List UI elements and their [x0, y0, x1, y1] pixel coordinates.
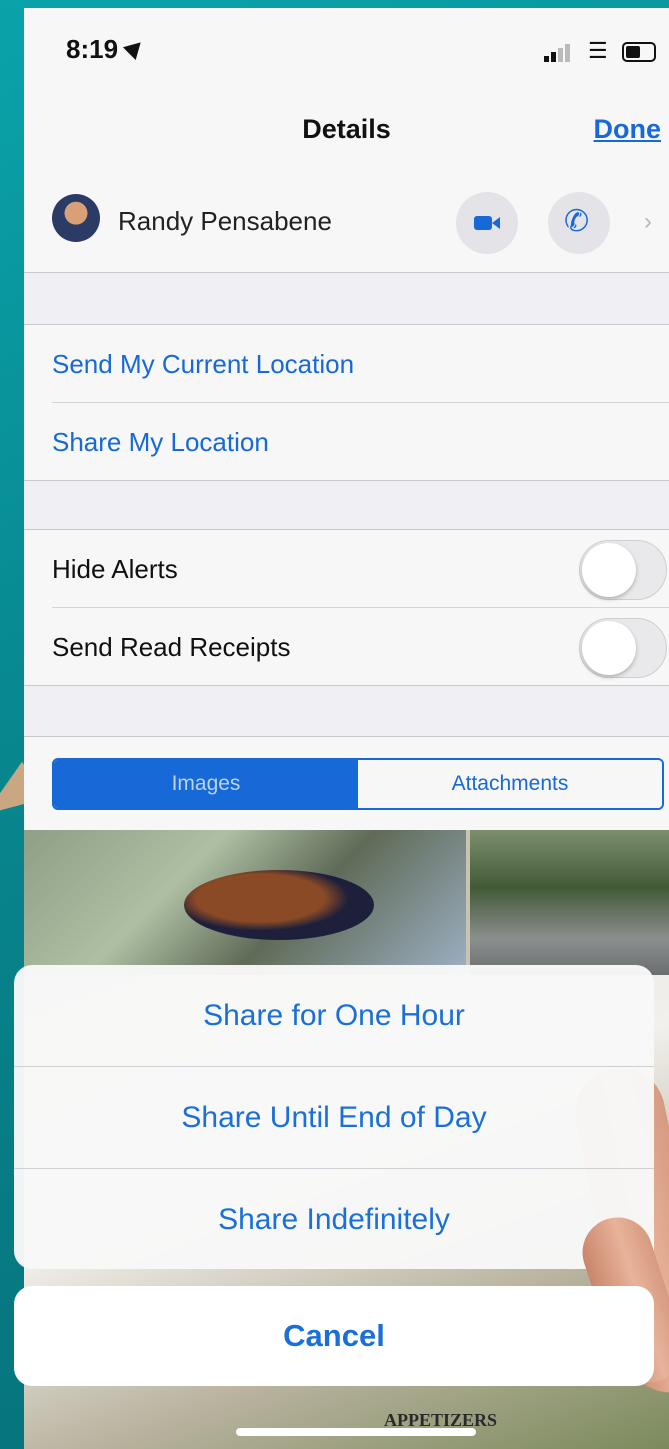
location-group: Send My Current Location Share My Locati… — [24, 324, 669, 481]
send-read-receipts-toggle[interactable] — [579, 618, 667, 678]
settings-group: Hide Alerts Send Read Receipts — [24, 529, 669, 686]
home-indicator[interactable] — [236, 1428, 476, 1436]
chevron-right-icon[interactable]: › — [644, 208, 652, 236]
contact-row[interactable]: Randy Pensabene ✆ › — [24, 166, 669, 273]
photo-thumbnail-street[interactable] — [470, 830, 669, 975]
share-one-hour-option[interactable]: Share for One Hour — [14, 965, 654, 1067]
battery-icon — [622, 42, 656, 62]
send-read-receipts-row: Send Read Receipts — [52, 608, 669, 685]
media-segmented-control: Images Attachments — [52, 758, 664, 810]
action-sheet: Share for One Hour Share Until End of Da… — [14, 965, 654, 1269]
toggle-knob — [582, 543, 636, 597]
share-end-of-day-option[interactable]: Share Until End of Day — [14, 1067, 654, 1169]
cellular-signal-icon — [544, 44, 572, 62]
segment-images[interactable]: Images — [54, 760, 358, 808]
page-title: Details — [302, 114, 391, 144]
done-button[interactable]: Done — [594, 114, 662, 145]
segment-attachments[interactable]: Attachments — [358, 760, 662, 808]
hide-alerts-label: Hide Alerts — [52, 554, 178, 584]
send-current-location-label: Send My Current Location — [52, 349, 355, 379]
status-time: 8:19 — [66, 34, 119, 64]
send-current-location-row[interactable]: Send My Current Location — [52, 325, 669, 403]
avatar — [52, 194, 100, 242]
navigation-bar: Details Done — [24, 96, 669, 167]
photo-thumbnail-insect[interactable] — [24, 830, 466, 975]
facetime-video-button[interactable] — [456, 192, 518, 254]
hide-alerts-toggle[interactable] — [579, 540, 667, 600]
share-location-label: Share My Location — [52, 427, 269, 457]
toggle-knob — [582, 621, 636, 675]
status-bar: 8:19 ☰ — [24, 8, 669, 96]
share-location-row[interactable]: Share My Location — [52, 403, 669, 480]
call-button[interactable]: ✆ — [548, 192, 610, 254]
insect-shape — [184, 870, 374, 940]
send-read-receipts-label: Send Read Receipts — [52, 632, 291, 662]
share-indefinitely-option[interactable]: Share Indefinitely — [14, 1169, 654, 1269]
hide-alerts-row: Hide Alerts — [52, 530, 669, 608]
wifi-icon: ☰ — [588, 38, 608, 63]
location-services-icon — [122, 35, 148, 61]
contact-name: Randy Pensabene — [118, 206, 332, 236]
phone-icon: ✆ — [564, 205, 590, 238]
cancel-button[interactable]: Cancel — [14, 1286, 654, 1386]
video-camera-icon — [474, 216, 500, 230]
